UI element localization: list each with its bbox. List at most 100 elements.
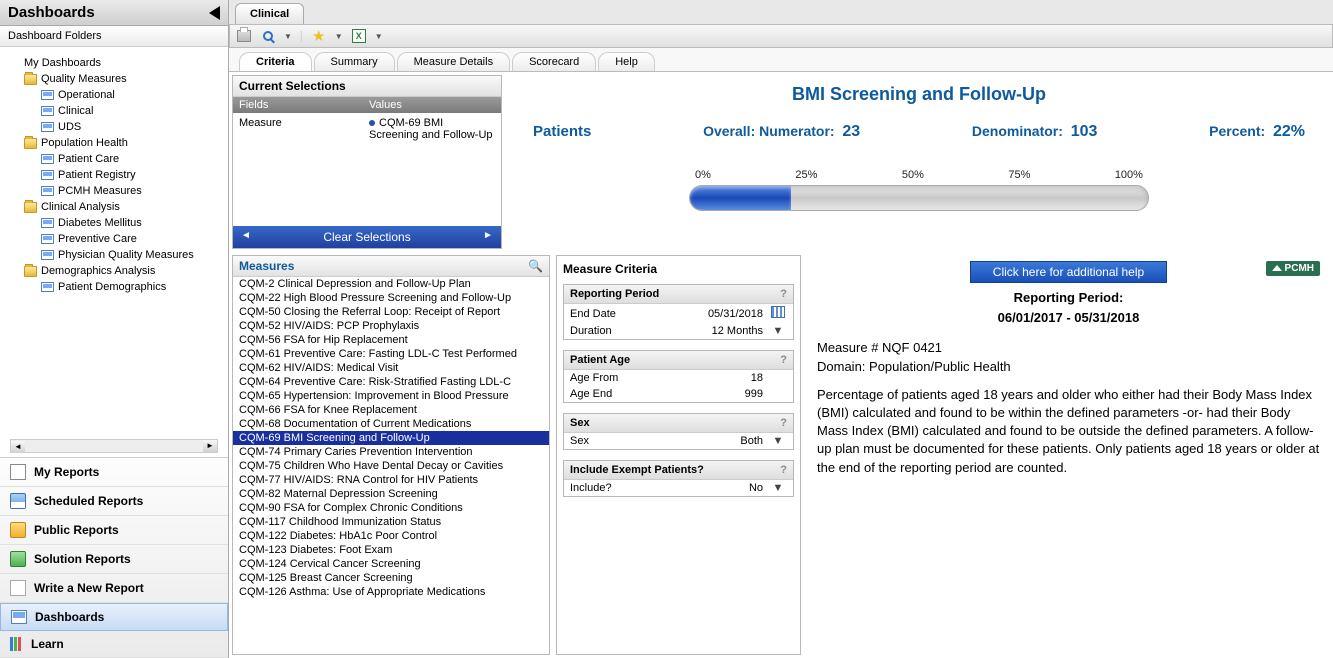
measure-item[interactable]: CQM-22 High Blood Pressure Screening and… <box>233 291 549 305</box>
measure-item[interactable]: CQM-61 Preventive Care: Fasting LDL-C Te… <box>233 347 549 361</box>
tree-node-my-dashboards[interactable]: My Dashboards <box>4 55 224 71</box>
measure-item[interactable]: CQM-69 BMI Screening and Follow-Up <box>233 431 549 445</box>
learn-icon <box>10 637 13 651</box>
print-button[interactable] <box>236 28 252 44</box>
nav-solution-reports[interactable]: Solution Reports <box>0 545 228 574</box>
scroll-left-icon[interactable]: ◄ <box>11 441 25 453</box>
gauge-ticks: 0%25%50%75%100% <box>689 169 1149 181</box>
dashboard-icon <box>41 234 54 244</box>
dashboard-icon <box>41 90 54 100</box>
measure-item[interactable]: CQM-2 Clinical Depression and Follow-Up … <box>233 277 549 291</box>
patients-label: Patients <box>533 123 591 140</box>
tree-node-pcmh-measures[interactable]: PCMH Measures <box>4 183 224 199</box>
tree-node-quality-measures[interactable]: Quality Measures <box>4 71 224 87</box>
criteria-value[interactable]: 999 <box>640 388 769 400</box>
criteria-group: Include Exempt Patients??Include?No▼ <box>563 460 794 497</box>
measure-item[interactable]: CQM-64 Preventive Care: Risk-Stratified … <box>233 375 549 389</box>
criteria-value[interactable]: 12 Months <box>640 325 769 337</box>
tree-node-patient-care[interactable]: Patient Care <box>4 151 224 167</box>
tab-clinical[interactable]: Clinical <box>235 3 304 24</box>
measure-item[interactable]: CQM-65 Hypertension: Improvement in Bloo… <box>233 389 549 403</box>
measure-item[interactable]: CQM-117 Childhood Immunization Status <box>233 515 549 529</box>
tree-node-diabetes-mellitus[interactable]: Diabetes Mellitus <box>4 215 224 231</box>
tree-label: My Dashboards <box>24 57 101 69</box>
dropdown-button[interactable]: ▼ <box>769 435 787 447</box>
measures-panel: Measures 🔍 CQM-2 Clinical Depression and… <box>232 255 550 655</box>
nav-label: Solution Reports <box>34 552 131 566</box>
measures-search-icon[interactable]: 🔍 <box>528 259 543 273</box>
criteria-value[interactable]: No <box>640 482 769 494</box>
help-icon[interactable]: ? <box>780 464 787 476</box>
tab-summary[interactable]: Summary <box>314 52 395 71</box>
tree-node-population-health[interactable]: Population Health <box>4 135 224 151</box>
measure-item[interactable]: CQM-125 Breast Cancer Screening <box>233 571 549 585</box>
criteria-group: Patient Age?Age From18Age End999 <box>563 350 794 403</box>
criteria-value[interactable]: Both <box>640 435 769 447</box>
criteria-value[interactable]: 05/31/2018 <box>640 308 769 320</box>
tree-node-demographics-analysis[interactable]: Demographics Analysis <box>4 263 224 279</box>
selection-next-button[interactable]: ► <box>475 226 501 248</box>
measure-item[interactable]: CQM-124 Cervical Cancer Screening <box>233 557 549 571</box>
selection-prev-button[interactable]: ◄ <box>233 226 259 248</box>
tree-horizontal-scrollbar[interactable]: ◄ ► <box>10 439 218 453</box>
tree-node-physician-quality-measures[interactable]: Physician Quality Measures <box>4 247 224 263</box>
export-excel-button[interactable]: X <box>351 28 367 44</box>
zoom-dropdown-icon[interactable]: ▼ <box>284 32 292 41</box>
dashboard-icon <box>41 186 54 196</box>
measure-item[interactable]: CQM-77 HIV/AIDS: RNA Control for HIV Pat… <box>233 473 549 487</box>
clear-selections-button[interactable]: Clear Selections <box>259 226 475 248</box>
toolbar: ▼ | ★ ▼ X ▼ <box>229 24 1333 48</box>
tree-node-preventive-care[interactable]: Preventive Care <box>4 231 224 247</box>
zoom-button[interactable] <box>260 28 276 44</box>
selection-value: CQM-69 BMI Screening and Follow-Up <box>369 117 495 222</box>
dashboard-icon <box>41 122 54 132</box>
additional-help-button[interactable]: Click here for additional help <box>970 261 1167 283</box>
calendar-button[interactable] <box>769 306 787 321</box>
measure-item[interactable]: CQM-52 HIV/AIDS: PCP Prophylaxis <box>233 319 549 333</box>
nav-scheduled-reports[interactable]: Scheduled Reports <box>0 487 228 516</box>
sidebar: Dashboards Dashboard Folders My Dashboar… <box>0 0 229 658</box>
measure-item[interactable]: CQM-50 Closing the Referral Loop: Receip… <box>233 305 549 319</box>
measure-item[interactable]: CQM-68 Documentation of Current Medicati… <box>233 417 549 431</box>
favorite-button[interactable]: ★ <box>311 28 327 44</box>
tab-help[interactable]: Help <box>598 52 655 71</box>
tree-node-operational[interactable]: Operational <box>4 87 224 103</box>
measure-item[interactable]: CQM-75 Children Who Have Dental Decay or… <box>233 459 549 473</box>
measure-item[interactable]: CQM-56 FSA for Hip Replacement <box>233 333 549 347</box>
dropdown-button[interactable]: ▼ <box>769 325 787 337</box>
scroll-right-icon[interactable]: ► <box>203 440 217 452</box>
dash-icon <box>11 610 27 624</box>
measure-item[interactable]: CQM-123 Diabetes: Foot Exam <box>233 543 549 557</box>
tree-node-clinical[interactable]: Clinical <box>4 103 224 119</box>
nav-dashboards[interactable]: Dashboards <box>0 603 228 631</box>
criteria-label: Sex <box>570 435 640 447</box>
nav-my-reports[interactable]: My Reports <box>0 458 228 487</box>
tree-node-patient-registry[interactable]: Patient Registry <box>4 167 224 183</box>
help-icon[interactable]: ? <box>780 354 787 366</box>
help-icon[interactable]: ? <box>780 288 787 300</box>
measure-item[interactable]: CQM-126 Asthma: Use of Appropriate Medic… <box>233 585 549 599</box>
nav-write-a-new-report[interactable]: Write a New Report <box>0 574 228 603</box>
measure-item[interactable]: CQM-66 FSA for Knee Replacement <box>233 403 549 417</box>
tree-node-uds[interactable]: UDS <box>4 119 224 135</box>
folder-icon <box>24 74 37 85</box>
measure-item[interactable]: CQM-122 Diabetes: HbA1c Poor Control <box>233 529 549 543</box>
tab-criteria[interactable]: Criteria <box>239 52 312 71</box>
tab-measure-details[interactable]: Measure Details <box>397 52 510 71</box>
measure-item[interactable]: CQM-90 FSA for Complex Chronic Condition… <box>233 501 549 515</box>
tab-scorecard[interactable]: Scorecard <box>512 52 596 71</box>
tree-label: Population Health <box>41 137 128 149</box>
measure-item[interactable]: CQM-82 Maternal Depression Screening <box>233 487 549 501</box>
favorite-dropdown-icon[interactable]: ▼ <box>335 32 343 41</box>
tree-node-patient-demographics[interactable]: Patient Demographics <box>4 279 224 295</box>
nav-public-reports[interactable]: Public Reports <box>0 516 228 545</box>
measure-item[interactable]: CQM-74 Primary Caries Prevention Interve… <box>233 445 549 459</box>
measure-item[interactable]: CQM-62 HIV/AIDS: Medical Visit <box>233 361 549 375</box>
dropdown-button[interactable]: ▼ <box>769 482 787 494</box>
help-icon[interactable]: ? <box>780 417 787 429</box>
tree-node-clinical-analysis[interactable]: Clinical Analysis <box>4 199 224 215</box>
criteria-value[interactable]: 18 <box>640 372 769 384</box>
nav-learn[interactable]: Learn <box>0 631 228 658</box>
export-dropdown-icon[interactable]: ▼ <box>375 32 383 41</box>
collapse-sidebar-icon[interactable] <box>209 6 220 20</box>
